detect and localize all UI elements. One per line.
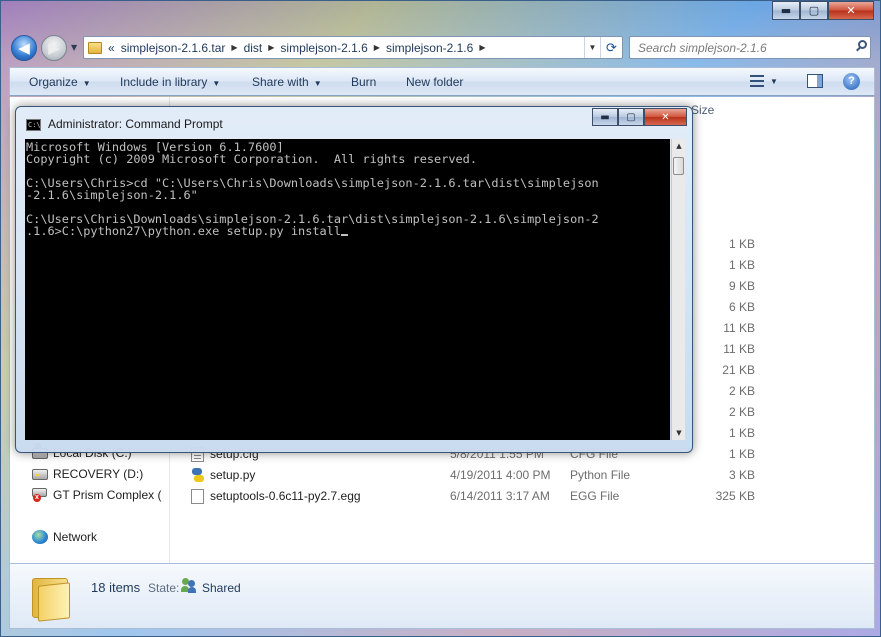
breadcrumb-item[interactable]: simplejson-2.1.6 [386, 41, 473, 55]
file-size: 325 KB [715, 489, 755, 503]
command-prompt-icon: C:\ [26, 119, 41, 131]
vertical-scrollbar[interactable]: ▲ ▼ [671, 139, 685, 440]
item-count: 18 items [91, 580, 141, 595]
include-in-library-label: Include in library [120, 75, 208, 89]
preview-pane-icon[interactable] [807, 74, 823, 88]
search-icon[interactable] [855, 39, 869, 53]
scroll-up-arrow-icon[interactable]: ▲ [672, 139, 686, 153]
breadcrumb-chevron-icon[interactable]: ▶ [231, 43, 237, 52]
egg-file-icon [191, 489, 204, 504]
explorer-caption-buttons: ▬ ▢ ✕ [772, 1, 874, 20]
console-prompt-line: .1.6>C:\python27\python.exe setup.py ins… [26, 225, 670, 237]
recent-pages-dropdown[interactable]: ▼ [71, 43, 77, 52]
back-arrow-icon: ◀ [18, 39, 30, 57]
search-input[interactable]: Search simplejson-2.1.6 [629, 36, 871, 59]
nav-item-label: GT Prism Complex ( [53, 488, 162, 502]
console-output[interactable]: Microsoft Windows [Version 6.1.7600] Copy… [25, 139, 670, 440]
file-date: 6/14/2011 3:17 AM [450, 489, 550, 503]
breadcrumb-chevron-icon[interactable]: ▶ [374, 43, 380, 52]
network-drive-icon: x [32, 488, 48, 502]
cmd-maximize-button[interactable]: ▢ [618, 108, 644, 126]
nav-item-gt-prism[interactable]: x GT Prism Complex ( [32, 488, 161, 502]
chevron-down-icon: ▼ [212, 79, 221, 88]
nav-item-network[interactable]: Network [32, 530, 97, 544]
nav-item-label: Network [53, 530, 98, 544]
nav-item-recovery[interactable]: RECOVERY (D:) [32, 467, 143, 481]
text-cursor [341, 234, 348, 236]
console-command: .1.6>C:\python27\python.exe setup.py ins… [26, 224, 341, 238]
network-icon [32, 530, 48, 544]
drive-icon [32, 468, 48, 480]
details-pane: 18 items State: Shared [9, 563, 875, 629]
state-label: State: [148, 581, 180, 595]
breadcrumb-item[interactable]: dist [244, 41, 263, 55]
file-size: 3 KB [728, 468, 755, 482]
include-in-library-menu[interactable]: Include in library ▼ [120, 75, 220, 89]
address-bar[interactable]: « simplejson-2.1.6.tar ▶ dist ▶ simplejs… [83, 36, 623, 59]
breadcrumb-chevron-icon[interactable]: ▶ [479, 43, 485, 52]
folder-icon [30, 574, 72, 622]
refresh-icon: ⟳ [606, 40, 617, 55]
cmd-close-button[interactable]: ✕ [644, 108, 687, 126]
file-row[interactable]: setup.py 4/19/2011 4:00 PM Python File 3… [171, 464, 771, 485]
command-prompt-window[interactable]: C:\ Administrator: Command Prompt ▬ ▢ ✕ … [15, 106, 693, 453]
file-date: 4/19/2011 4:00 PM [450, 468, 551, 482]
refresh-button[interactable]: ⟳ [600, 37, 622, 58]
forward-button[interactable]: ▶ [41, 35, 67, 61]
explorer-maximize-button[interactable]: ▢ [800, 1, 828, 20]
navigation-bar: ◀ ▶ ▼ « simplejson-2.1.6.tar ▶ dist ▶ si… [9, 33, 875, 63]
view-options-dropdown[interactable]: ▼ [770, 77, 778, 86]
change-view-icon[interactable] [750, 75, 764, 87]
share-with-menu[interactable]: Share with ▼ [252, 75, 322, 89]
scrollbar-thumb[interactable] [673, 157, 684, 175]
file-type: EGG File [570, 489, 620, 503]
window-title: Administrator: Command Prompt [48, 117, 223, 131]
command-bar: Organize ▼ Include in library ▼ Share with… [9, 67, 875, 96]
nav-item-label: RECOVERY (D:) [53, 467, 144, 481]
share-with-label: Share with [252, 75, 309, 89]
file-row[interactable]: setuptools-0.6c11-py2.7.egg 6/14/2011 3:… [171, 485, 771, 506]
explorer-close-button[interactable]: ✕ [828, 1, 874, 20]
explorer-minimize-button[interactable]: ▬ [772, 1, 800, 20]
state-value: Shared [202, 581, 241, 595]
chevron-down-icon: ▼ [82, 79, 91, 88]
new-folder-button[interactable]: New folder [406, 75, 463, 89]
organize-label: Organize [29, 75, 78, 89]
column-header-size[interactable]: Size [691, 103, 714, 117]
help-icon[interactable]: ? [843, 73, 860, 90]
breadcrumb-chevron-icon[interactable]: ▶ [268, 43, 274, 52]
burn-button[interactable]: Burn [351, 75, 376, 89]
breadcrumb-overflow[interactable]: « [108, 41, 115, 55]
shared-users-icon [181, 578, 197, 593]
organize-menu[interactable]: Organize ▼ [29, 75, 91, 89]
folder-icon [88, 41, 102, 54]
chevron-down-icon: ▼ [313, 79, 322, 88]
breadcrumb-item[interactable]: simplejson-2.1.6.tar [121, 41, 226, 55]
cmd-caption-buttons: ▬ ▢ ✕ [592, 108, 687, 126]
file-name: setup.py [210, 468, 256, 482]
python-file-icon [191, 468, 204, 483]
console-line: -2.1.6\simplejson-2.1.6" [26, 188, 198, 202]
breadcrumb-item[interactable]: simplejson-2.1.6 [280, 41, 367, 55]
cmd-minimize-button[interactable]: ▬ [592, 108, 618, 126]
file-name: setuptools-0.6c11-py2.7.egg [210, 489, 361, 503]
console-line: Copyright (c) 2009 Microsoft Corporation… [26, 152, 478, 166]
address-history-dropdown[interactable]: ▼ [584, 37, 600, 58]
forward-arrow-icon: ▶ [48, 39, 60, 57]
scroll-down-arrow-icon[interactable]: ▼ [672, 426, 686, 440]
file-type: Python File [570, 468, 631, 482]
back-button[interactable]: ◀ [11, 35, 37, 61]
